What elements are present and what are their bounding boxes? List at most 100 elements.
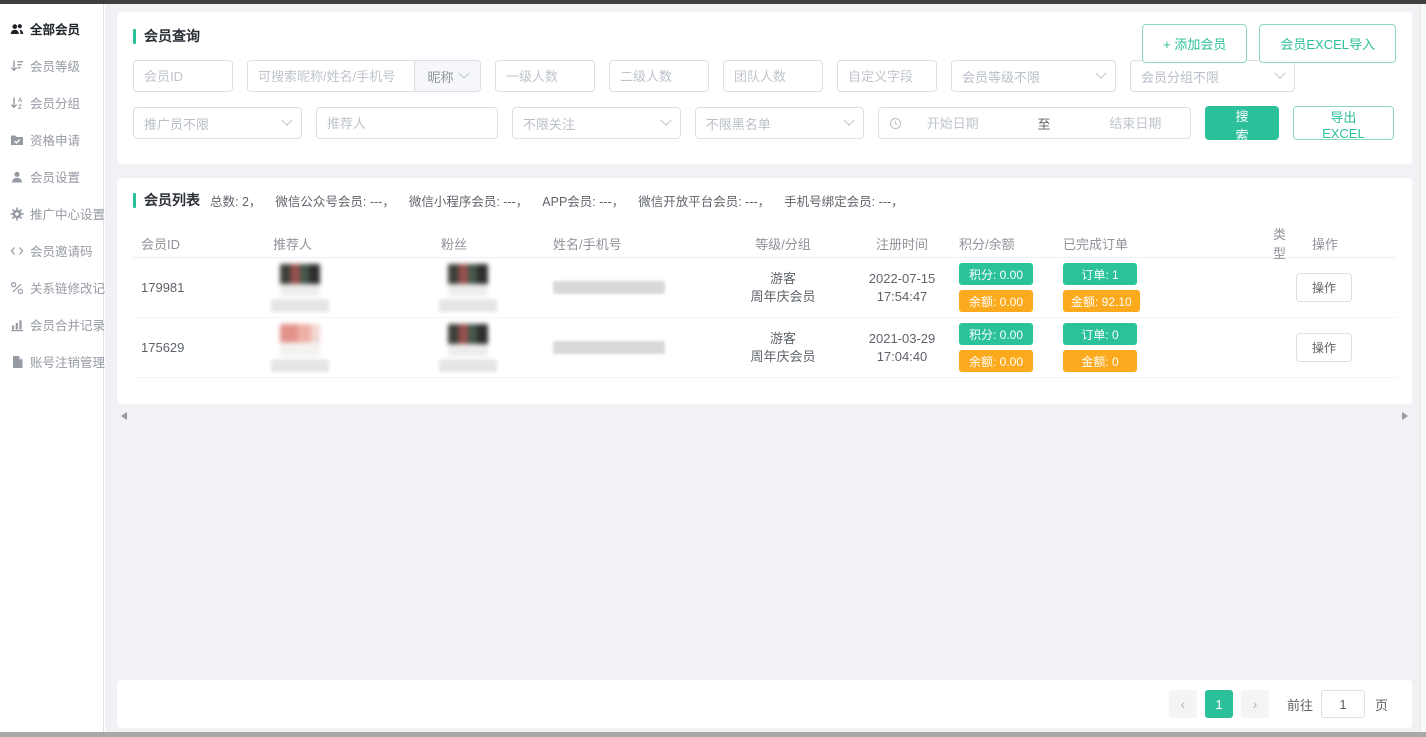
member-level-select[interactable]: 会员等级不限 bbox=[951, 60, 1116, 92]
col-name-phone: 姓名/手机号 bbox=[545, 234, 713, 253]
sidebar-item-member-settings[interactable]: 会员设置 bbox=[0, 158, 103, 195]
orders-badge: 订单: 1 bbox=[1063, 263, 1137, 285]
stat-phone-bound: 手机号绑定会员: ---， bbox=[784, 191, 903, 210]
next-page-button[interactable]: › bbox=[1241, 690, 1269, 718]
code-icon bbox=[10, 244, 24, 258]
gear-icon bbox=[10, 207, 24, 221]
cell-completed-orders: 订单: 1 金额: 92.10 bbox=[1063, 263, 1213, 312]
balance-badge: 余额: 0.00 bbox=[959, 290, 1033, 312]
sidebar-item-promotion-settings[interactable]: 推广中心设置 bbox=[0, 195, 103, 232]
window-bottom-bar bbox=[0, 732, 1426, 737]
export-excel-button[interactable]: 导出EXCEL bbox=[1293, 106, 1394, 140]
search-type-select[interactable]: 昵称 bbox=[414, 61, 480, 91]
search-button[interactable]: 搜索 bbox=[1205, 106, 1278, 140]
member-group-select[interactable]: 会员分组不限 bbox=[1130, 60, 1295, 92]
redacted-nickname bbox=[439, 359, 497, 372]
sidebar-item-member-level[interactable]: 会员等级 bbox=[0, 47, 103, 84]
sidebar-item-relation-log[interactable]: 关系链修改记录 bbox=[0, 269, 103, 306]
query-form-row-1: 昵称 会员等级不限 会员分组不限 bbox=[133, 60, 1394, 92]
cell-member-id: 179981 bbox=[133, 280, 237, 295]
sidebar-item-label: 会员设置 bbox=[30, 167, 80, 186]
sidebar-item-qualification[interactable]: 资格申请 bbox=[0, 121, 103, 158]
sidebar-item-label: 会员合并记录 bbox=[30, 315, 105, 334]
chevron-down-icon bbox=[843, 115, 854, 126]
cell-register-time: 2021-03-29 17:04:40 bbox=[853, 330, 951, 366]
pagination-bar: ‹ 1 › 前往 页 bbox=[117, 680, 1412, 728]
sidebar-item-member-group[interactable]: AZ 会员分组 bbox=[0, 84, 103, 121]
promoter-select[interactable]: 推广员不限 bbox=[133, 107, 302, 139]
current-page-button[interactable]: 1 bbox=[1205, 690, 1233, 718]
referrer-cell bbox=[265, 264, 335, 312]
users-icon bbox=[10, 22, 24, 36]
referrer-cell bbox=[265, 324, 335, 372]
end-date-input[interactable] bbox=[1090, 116, 1180, 131]
sidebar-item-label: 会员等级 bbox=[30, 56, 80, 75]
avatar bbox=[280, 264, 320, 296]
chevron-down-icon bbox=[660, 115, 671, 126]
prev-page-button[interactable]: ‹ bbox=[1169, 690, 1197, 718]
team-count-input[interactable] bbox=[723, 60, 823, 92]
list-header: 会员列表 总数: 2， 微信公众号会员: ---， 微信小程序会员: ---， … bbox=[133, 190, 1396, 210]
svg-text:Z: Z bbox=[18, 105, 22, 110]
redacted-name-phone bbox=[553, 281, 665, 294]
chevron-down-icon bbox=[1274, 68, 1285, 79]
sidebar-item-label: 资格申请 bbox=[30, 130, 80, 149]
date-separator: 至 bbox=[1004, 114, 1085, 133]
sidebar: 全部会员 会员等级 AZ 会员分组 资格申请 会员设置 推广中心设置 会员邀请码… bbox=[0, 4, 104, 732]
points-badge: 积分: 0.00 bbox=[959, 323, 1033, 345]
horizontal-scrollbar bbox=[117, 406, 1412, 426]
row-action-button[interactable]: 操作 bbox=[1296, 333, 1352, 362]
sidebar-item-all-members[interactable]: 全部会员 bbox=[0, 10, 103, 47]
level1-count-input[interactable] bbox=[495, 60, 595, 92]
col-fans: 粉丝 bbox=[405, 234, 545, 253]
member-id-input[interactable] bbox=[133, 60, 233, 92]
col-points-balance: 积分/余额 bbox=[951, 234, 1055, 253]
sort-level-icon bbox=[10, 59, 24, 73]
sidebar-item-label: 会员分组 bbox=[30, 93, 80, 112]
clock-icon bbox=[889, 117, 902, 130]
keyword-search-input[interactable] bbox=[248, 61, 414, 91]
scroll-left-icon[interactable] bbox=[121, 412, 127, 420]
table-header-row: 会员ID 推荐人 粉丝 姓名/手机号 等级/分组 注册时间 积分/余额 已完成订… bbox=[133, 224, 1396, 258]
start-date-input[interactable] bbox=[908, 116, 998, 131]
amount-badge: 金额: 0 bbox=[1063, 350, 1137, 372]
goto-page-input[interactable] bbox=[1321, 690, 1365, 718]
col-type: 类型 bbox=[1213, 224, 1288, 262]
orders-badge: 订单: 0 bbox=[1063, 323, 1137, 345]
title-accent-bar bbox=[133, 193, 136, 208]
table-row: 175629 游客 周年庆会员 2021-03-29 17:04:40 积分: … bbox=[133, 318, 1396, 378]
sidebar-item-label: 会员邀请码 bbox=[30, 241, 93, 260]
list-title: 会员列表 bbox=[133, 190, 200, 210]
custom-field-input[interactable] bbox=[837, 60, 937, 92]
query-form-row-2: 推广员不限 不限关注 不限黑名单 至 搜索 导出EXCEL bbox=[133, 106, 1394, 140]
col-level-group: 等级/分组 bbox=[713, 234, 853, 253]
col-register-time: 注册时间 bbox=[853, 234, 951, 253]
svg-text:A: A bbox=[18, 98, 23, 104]
member-stats: 总数: 2， 微信公众号会员: ---， 微信小程序会员: ---， APP会员… bbox=[210, 191, 904, 210]
row-action-button[interactable]: 操作 bbox=[1296, 273, 1352, 302]
vertical-scrollbar-track[interactable] bbox=[1420, 4, 1426, 732]
add-member-button[interactable]: + 添加会员 bbox=[1142, 24, 1247, 63]
cell-register-time: 2022-07-15 17:54:47 bbox=[853, 270, 951, 306]
follow-select[interactable]: 不限关注 bbox=[512, 107, 681, 139]
page-unit-label: 页 bbox=[1375, 695, 1388, 714]
stat-open-platform: 微信开放平台会员: ---， bbox=[638, 191, 770, 210]
col-action: 操作 bbox=[1288, 234, 1396, 253]
stat-total: 总数: 2， bbox=[210, 191, 261, 210]
sidebar-item-merge-log[interactable]: 会员合并记录 bbox=[0, 306, 103, 343]
avatar bbox=[448, 264, 488, 296]
register-date-range[interactable]: 至 bbox=[878, 107, 1192, 139]
balance-badge: 余额: 0.00 bbox=[959, 350, 1033, 372]
sidebar-item-invite-code[interactable]: 会员邀请码 bbox=[0, 232, 103, 269]
sort-alpha-icon: AZ bbox=[10, 96, 24, 110]
avatar bbox=[448, 324, 488, 356]
top-actions: + 添加会员 会员EXCEL导入 bbox=[1142, 24, 1396, 63]
redacted-nickname bbox=[271, 359, 329, 372]
referrer-input[interactable] bbox=[316, 107, 498, 139]
excel-import-button[interactable]: 会员EXCEL导入 bbox=[1259, 24, 1396, 63]
sidebar-item-label: 全部会员 bbox=[30, 19, 80, 38]
sidebar-item-account-cancel[interactable]: 账号注销管理 bbox=[0, 343, 103, 380]
blacklist-select[interactable]: 不限黑名单 bbox=[695, 107, 864, 139]
level2-count-input[interactable] bbox=[609, 60, 709, 92]
scroll-right-icon[interactable] bbox=[1402, 412, 1408, 420]
